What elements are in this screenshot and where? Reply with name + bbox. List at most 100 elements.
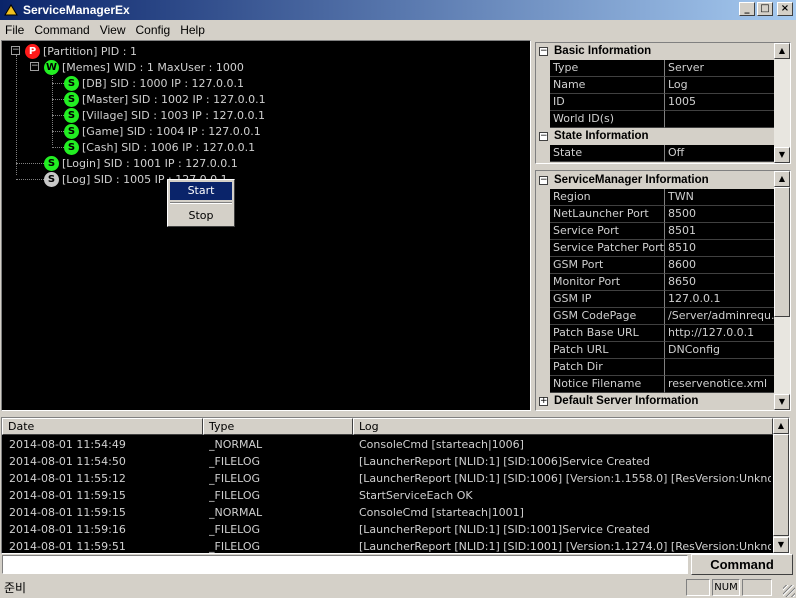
tree-node-game[interactable]: S [Game] SID : 1004 IP : 127.0.0.1 xyxy=(64,123,261,139)
status-pane xyxy=(742,579,772,596)
scroll-up-icon[interactable]: ▲ xyxy=(774,171,790,187)
property-row[interactable]: Patch Dir xyxy=(536,359,790,376)
property-row[interactable]: Monitor Port 8650 xyxy=(536,274,790,291)
collapse-icon[interactable]: − xyxy=(11,46,20,55)
stop-menu-item[interactable]: Stop xyxy=(170,207,232,225)
collapse-icon[interactable]: − xyxy=(539,176,548,185)
status-bar: 준비 NUM xyxy=(0,576,796,598)
category-basic-information[interactable]: − Basic Information xyxy=(536,43,790,60)
menu-command[interactable]: Command xyxy=(29,23,94,37)
tree-line xyxy=(16,179,44,180)
tree-node-partition[interactable]: P [Partition] PID : 1 xyxy=(25,43,137,59)
collapse-icon[interactable]: − xyxy=(539,47,548,56)
tree-line xyxy=(16,163,44,164)
tree-node-world[interactable]: W [Memes] WID : 1 MaxUser : 1000 xyxy=(44,59,244,75)
status-text: 준비 xyxy=(4,581,27,595)
resize-grip-icon[interactable] xyxy=(783,585,795,597)
server-on-icon: S xyxy=(44,155,59,171)
log-row[interactable]: 2014-08-01 11:54:49 _NORMAL ConsoleCmd [st… xyxy=(2,436,773,453)
tree-node-master[interactable]: S [Master] SID : 1002 IP : 127.0.0.1 xyxy=(64,91,266,107)
menu-help[interactable]: Help xyxy=(175,23,210,37)
property-row[interactable]: World ID(s) xyxy=(536,111,790,128)
property-row[interactable]: Patch Base URL http://127.0.0.1 xyxy=(536,325,790,342)
tree-node-login[interactable]: S [Login] SID : 1001 IP : 127.0.0.1 xyxy=(44,155,238,171)
start-menu-item[interactable]: Start xyxy=(170,182,232,200)
property-row[interactable]: State Off xyxy=(536,145,790,162)
basic-info-grid[interactable]: − Basic Information Type Server Name Log I… xyxy=(535,42,791,164)
title-bar[interactable]: ServiceManagerEx _ □ × xyxy=(0,0,796,20)
server-on-icon: S xyxy=(64,107,79,123)
tree-node-db[interactable]: S [DB] SID : 1000 IP : 127.0.0.1 xyxy=(64,75,244,91)
vertical-scrollbar[interactable]: ▲ ▼ xyxy=(774,171,790,410)
menu-file[interactable]: File xyxy=(0,23,29,37)
property-row[interactable]: Name Log xyxy=(536,77,790,94)
menu-config[interactable]: Config xyxy=(131,23,176,37)
server-on-icon: S xyxy=(64,91,79,107)
tree-line xyxy=(52,115,64,116)
command-button[interactable]: Command xyxy=(691,554,793,575)
collapse-icon[interactable]: − xyxy=(30,62,39,71)
vertical-scrollbar[interactable]: ▲ ▼ xyxy=(773,418,789,553)
log-row[interactable]: 2014-08-01 11:59:15 _NORMAL ConsoleCmd [st… xyxy=(2,504,773,521)
property-row[interactable]: GSM Port 8600 xyxy=(536,257,790,274)
menu-separator xyxy=(170,202,232,204)
server-tree[interactable]: − P [Partition] PID : 1 − W [Memes] WID … xyxy=(1,40,531,411)
log-list[interactable]: Date Type Log 2014-08-01 11:54:49 _NORMAL… xyxy=(1,417,790,554)
property-row[interactable]: Service Patcher Port 8510 xyxy=(536,240,790,257)
property-row[interactable]: Notice Filename reservenotice.xml xyxy=(536,376,790,393)
property-row[interactable]: Type Server xyxy=(536,60,790,77)
window-title: ServiceManagerEx xyxy=(23,3,130,17)
property-row[interactable]: ID 1005 xyxy=(536,94,790,111)
scroll-down-icon[interactable]: ▼ xyxy=(773,537,789,553)
close-button[interactable]: × xyxy=(777,2,793,16)
column-header-type[interactable]: Type xyxy=(203,418,353,435)
property-row[interactable]: GSM CodePage/Server/adminrequ... xyxy=(536,308,790,325)
category-state-information[interactable]: − State Information xyxy=(536,128,790,145)
property-row[interactable]: NetLauncher Port 8500 xyxy=(536,206,790,223)
log-row[interactable]: 2014-08-01 11:55:12 _FILELOG [LauncherRepo… xyxy=(2,470,773,487)
tree-line xyxy=(52,147,64,148)
maximize-button[interactable]: □ xyxy=(757,2,773,16)
scroll-thumb[interactable] xyxy=(774,187,790,317)
scroll-up-icon[interactable]: ▲ xyxy=(774,43,790,59)
server-off-icon: S xyxy=(44,171,59,187)
server-on-icon: S xyxy=(64,75,79,91)
num-lock-indicator: NUM xyxy=(712,579,740,596)
column-header-date[interactable]: Date xyxy=(2,418,203,435)
log-row[interactable]: 2014-08-01 11:59:15 _FILELOG StartServiceE… xyxy=(2,487,773,504)
tree-line xyxy=(16,55,17,175)
context-menu: Start Stop xyxy=(167,179,235,227)
scroll-down-icon[interactable]: ▼ xyxy=(774,394,790,410)
scroll-up-icon[interactable]: ▲ xyxy=(773,418,789,434)
server-on-icon: S xyxy=(64,139,79,155)
log-row[interactable]: 2014-08-01 11:59:51 _FILELOG [LauncherRepo… xyxy=(2,538,773,553)
column-header-log[interactable]: Log xyxy=(353,418,773,435)
menu-bar: File Command View Config Help xyxy=(0,20,796,40)
partition-icon: P xyxy=(25,43,40,59)
tree-line xyxy=(52,131,64,132)
scroll-down-icon[interactable]: ▼ xyxy=(774,147,790,163)
minimize-button[interactable]: _ xyxy=(739,2,755,16)
command-input[interactable] xyxy=(2,555,688,574)
vertical-scrollbar[interactable]: ▲ ▼ xyxy=(774,43,790,163)
tree-line xyxy=(52,99,64,100)
scroll-thumb[interactable] xyxy=(773,434,789,536)
log-header: Date Type Log xyxy=(2,418,773,435)
category-default-server-information[interactable]: + Default Server Information xyxy=(536,393,790,410)
collapse-icon[interactable]: − xyxy=(539,132,548,141)
category-servicemanager-information[interactable]: − ServiceManager Information xyxy=(536,172,790,189)
log-row[interactable]: 2014-08-01 11:54:50 _FILELOG [LauncherRepo… xyxy=(2,453,773,470)
property-row[interactable]: Region TWN xyxy=(536,189,790,206)
servicemanager-info-grid[interactable]: − ServiceManager Information Region TWN N… xyxy=(535,170,791,411)
property-row[interactable]: Service Port 8501 xyxy=(536,223,790,240)
property-row[interactable]: Patch URL DNConfig xyxy=(536,342,790,359)
world-icon: W xyxy=(44,59,59,75)
tree-node-village[interactable]: S [Village] SID : 1003 IP : 127.0.0.1 xyxy=(64,107,265,123)
menu-view[interactable]: View xyxy=(95,23,131,37)
status-pane xyxy=(686,579,710,596)
log-row[interactable]: 2014-08-01 11:59:16 _FILELOG [LauncherRepo… xyxy=(2,521,773,538)
property-row[interactable]: GSM IP 127.0.0.1 xyxy=(536,291,790,308)
expand-icon[interactable]: + xyxy=(539,397,548,406)
tree-node-cash[interactable]: S [Cash] SID : 1006 IP : 127.0.0.1 xyxy=(64,139,255,155)
server-on-icon: S xyxy=(64,123,79,139)
